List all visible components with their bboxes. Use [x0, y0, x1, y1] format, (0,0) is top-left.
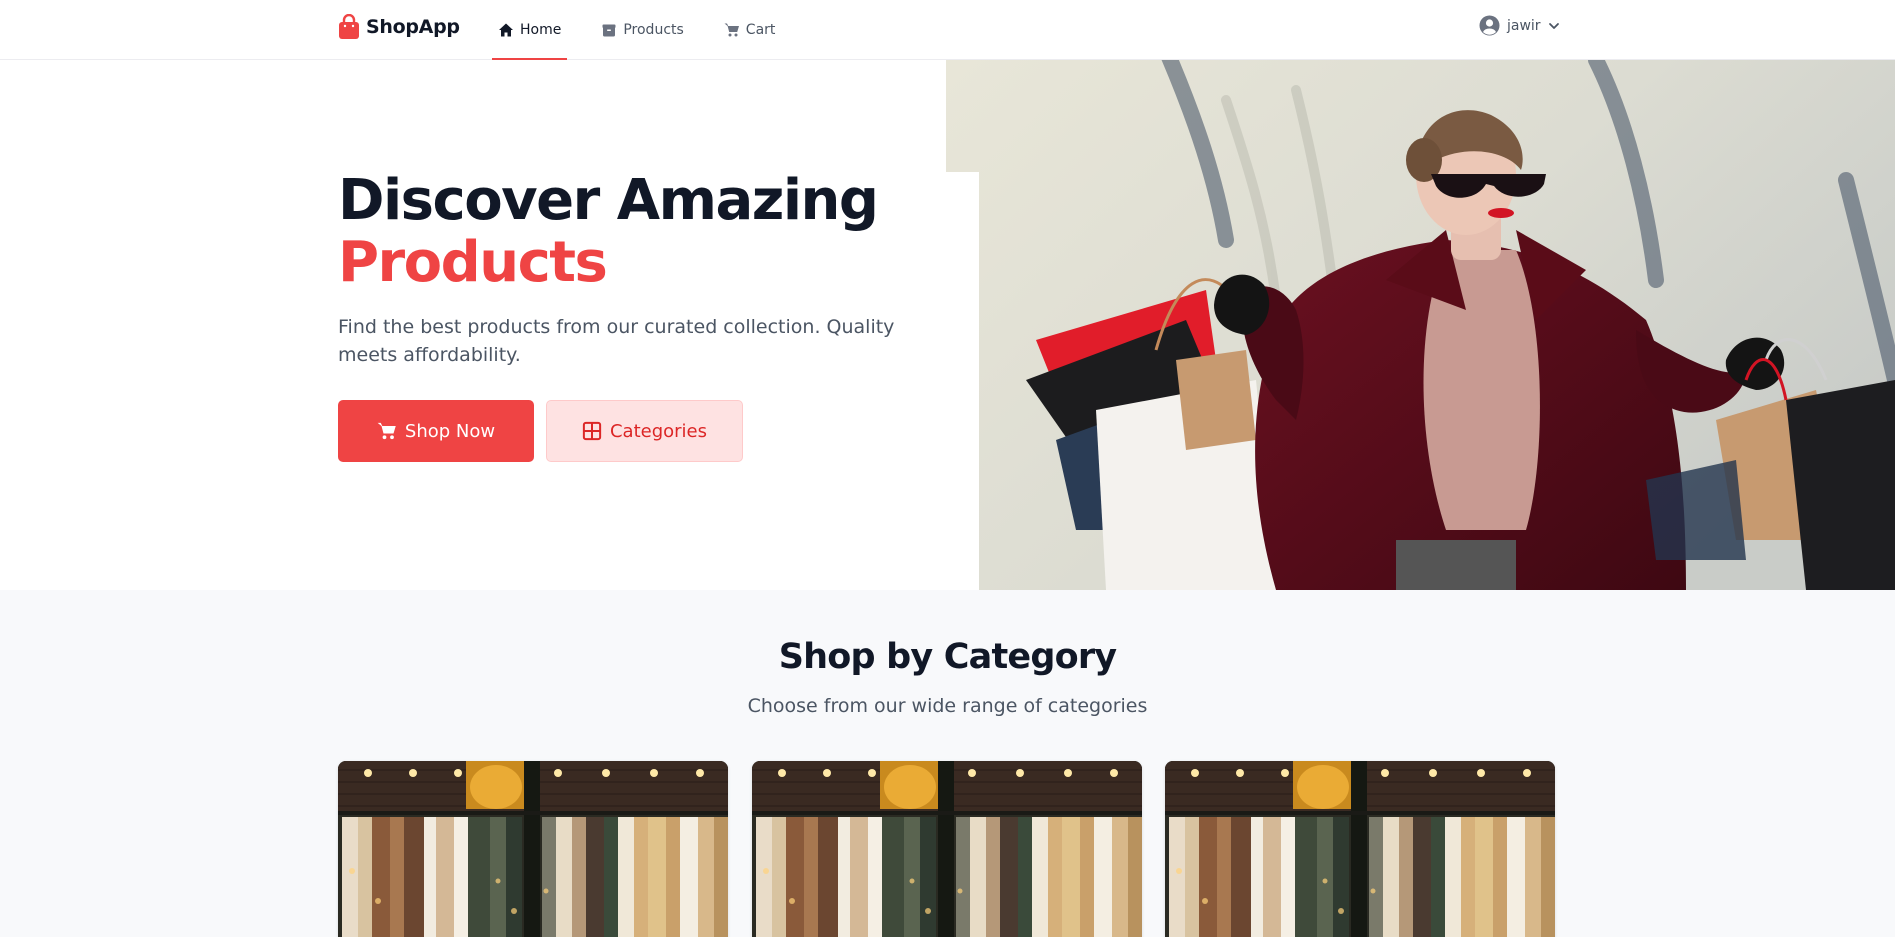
nav-item-cart[interactable]: Cart	[720, 0, 780, 60]
username: jawir	[1507, 17, 1541, 34]
shop-now-label: Shop Now	[404, 420, 496, 442]
clothing-rack-image	[338, 761, 728, 937]
nav-item-home[interactable]: Home	[491, 0, 568, 60]
box-icon	[601, 22, 617, 38]
user-circle-icon	[1479, 15, 1500, 36]
nav-item-label: Cart	[745, 22, 776, 38]
hero-shopping-woman-image	[946, 60, 1895, 590]
category-section-title: Shop by Category	[778, 637, 1117, 677]
categories-label: Categories	[609, 420, 708, 442]
shop-by-category-section: Shop by Category Choose from our wide ra…	[0, 590, 1895, 937]
shop-now-button[interactable]: Shop Now	[338, 400, 534, 462]
clothing-rack-image	[752, 761, 1142, 937]
brand-name: ShopApp	[366, 16, 460, 38]
user-menu-dropdown[interactable]: jawir	[1479, 15, 1560, 36]
nav-item-label: Products	[623, 22, 684, 38]
category-card[interactable]	[338, 761, 728, 937]
nav-item-label: Home	[520, 22, 562, 38]
category-card[interactable]	[1165, 761, 1555, 937]
cart-icon	[724, 22, 740, 38]
main-nav: Home Products Cart	[491, 0, 811, 60]
cart-icon	[377, 421, 397, 441]
categories-button[interactable]: Categories	[546, 400, 743, 462]
hero-section: Discover Amazing Products Find the best …	[0, 60, 1895, 590]
hero-title: Discover Amazing Products	[338, 168, 879, 295]
shopping-bag-icon	[338, 14, 360, 40]
clothing-rack-image	[1165, 761, 1555, 937]
top-navbar: ShopApp Home Products Cart jawir	[0, 0, 1895, 60]
category-section-subtitle: Choose from our wide range of categories	[747, 695, 1148, 717]
category-card[interactable]	[752, 761, 1142, 937]
nav-item-products[interactable]: Products	[597, 0, 687, 60]
hero-subtitle: Find the best products from our curated …	[338, 316, 895, 366]
chevron-down-icon	[1548, 20, 1560, 32]
brand-logo-link[interactable]: ShopApp	[338, 14, 460, 40]
grid-icon	[582, 421, 602, 441]
hero-title-line1: Discover Amazing	[338, 168, 879, 233]
home-icon	[498, 22, 514, 38]
hero-title-highlight: Products	[338, 230, 608, 295]
